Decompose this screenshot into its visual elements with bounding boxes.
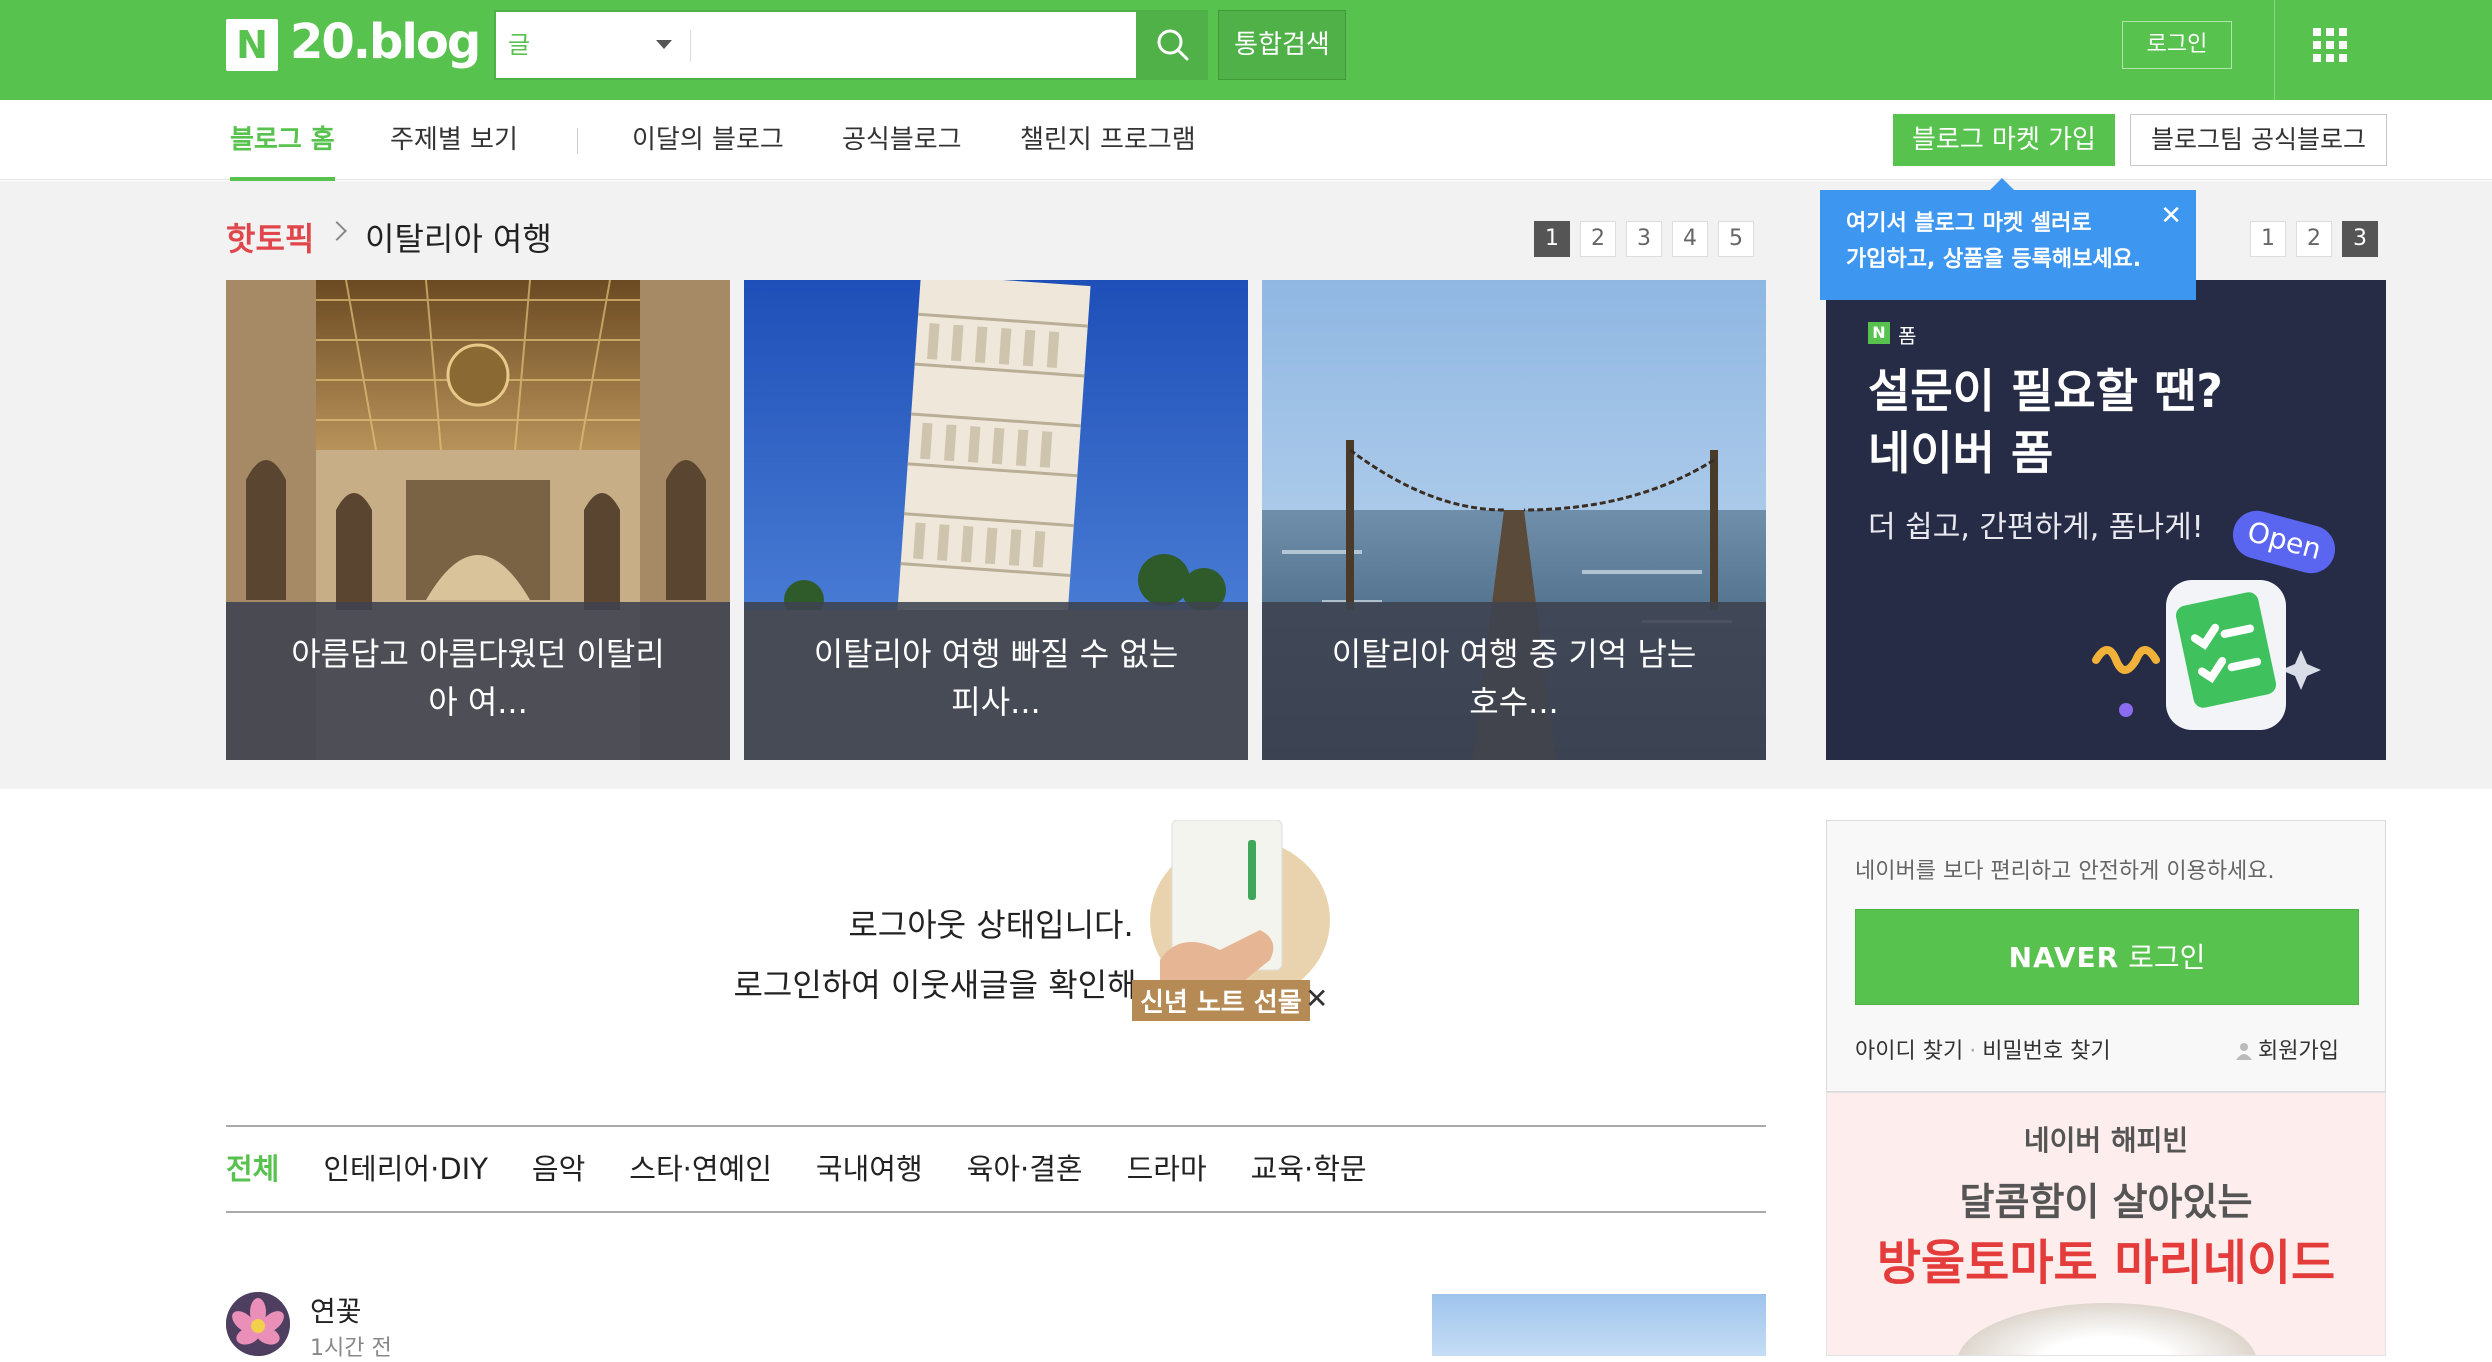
hot-topic-pager: 1 2 3 4 5: [1534, 221, 1754, 257]
hot-topic-card[interactable]: 이탈리아 여행 빠질 수 없는 피사...: [744, 280, 1248, 760]
tab-drama[interactable]: 드라마: [1127, 1127, 1207, 1211]
login-label: 로그인: [2128, 941, 2206, 974]
clipboard-check-icon: [2092, 580, 2321, 730]
logout-notice: 로그아웃 상태입니다.: [848, 906, 1134, 944]
ad2-brand: 네이버 해피빈: [2023, 1124, 2189, 1157]
divider: [577, 128, 578, 154]
signup-link[interactable]: 회원가입: [2236, 1033, 2339, 1065]
close-icon[interactable]: ✕: [2160, 198, 2182, 234]
tab-all[interactable]: 전체: [226, 1127, 279, 1211]
login-message: 네이버를 보다 편리하고 안전하게 이용하세요.: [1855, 859, 2275, 884]
logout-notice-sub: 로그인하여 이웃새글을 확인해: [733, 966, 1137, 1004]
tooltip-text: 여기서 블로그 마켓 셀러로 가입하고, 상품을 등록해보세요.: [1846, 211, 2142, 272]
signup-label: 회원가입: [2258, 1039, 2339, 1064]
blog-market-signup-button[interactable]: 블로그 마켓 가입: [1893, 114, 2115, 166]
search-box: 글: [494, 10, 1138, 80]
close-icon[interactable]: ✕: [1305, 982, 1328, 1015]
ad-pager: 1 2 3: [2250, 221, 2378, 257]
nav-blog-home[interactable]: 블로그 홈: [230, 100, 335, 181]
integrated-search-button[interactable]: 통합검색: [1218, 10, 1346, 80]
ad2-headline: 달콤함이 살아있는: [1959, 1180, 2253, 1224]
login-panel: 네이버를 보다 편리하고 안전하게 이용하세요. NAVER 로그인 아이디 찾…: [1826, 820, 2386, 1092]
page-button[interactable]: 5: [1718, 221, 1754, 257]
dish-image: [1957, 1303, 2257, 1355]
separator-dot: ·: [1969, 1039, 1977, 1064]
page-button[interactable]: 3: [2342, 221, 2378, 257]
naver-logo[interactable]: N: [226, 19, 278, 71]
blog-nav: 블로그 홈 주제별 보기 이달의 블로그 공식블로그 챌린지 프로그램 블로그 …: [0, 100, 2492, 181]
user-icon: [2236, 1043, 2253, 1060]
header-login-button[interactable]: 로그인: [2122, 21, 2232, 69]
divider: [690, 30, 691, 62]
post-author[interactable]: 연꽃: [310, 1290, 362, 1330]
nav-challenge-program[interactable]: 챌린지 프로그램: [1020, 100, 1196, 180]
card-caption: 아름답고 아름다웠던 이탈리아 여...: [226, 602, 730, 760]
page-button[interactable]: 3: [1626, 221, 1662, 257]
page-button[interactable]: 4: [1672, 221, 1708, 257]
naver-wordmark: NAVER: [2008, 941, 2120, 974]
global-header: N 20.blog 글 통합검색 로그인: [0, 0, 2492, 100]
blog-logo[interactable]: 20.blog: [290, 14, 481, 70]
nav-topic-view[interactable]: 주제별 보기: [390, 100, 518, 180]
divider: [2274, 0, 2275, 100]
search-category-select[interactable]: 글: [508, 12, 530, 78]
hot-topic-card[interactable]: 아름답고 아름다웠던 이탈리아 여...: [226, 280, 730, 760]
nav-monthly-blog[interactable]: 이달의 블로그: [632, 100, 784, 180]
happybean-ad[interactable]: 네이버 해피빈 달콤함이 살아있는 방울토마토 마리네이드: [1826, 1092, 2386, 1356]
page-button[interactable]: 2: [1580, 221, 1616, 257]
category-tabs: 전체 인테리어·DIY 음악 스타·연예인 국내여행 육아·결혼 드라마 교육·…: [226, 1127, 1411, 1211]
tab-star-entertainer[interactable]: 스타·연예인: [629, 1127, 772, 1211]
post-thumbnail[interactable]: [1432, 1294, 1766, 1356]
ad-brand: 폼: [1898, 324, 1917, 348]
find-password-link[interactable]: 비밀번호 찾기: [1982, 1039, 2110, 1064]
tab-music[interactable]: 음악: [532, 1127, 585, 1211]
chevron-down-icon[interactable]: [656, 40, 672, 49]
search-button[interactable]: [1138, 10, 1208, 80]
page-button[interactable]: 2: [2296, 221, 2332, 257]
search-icon: [1157, 29, 1189, 61]
tab-parenting-marriage[interactable]: 육아·결혼: [967, 1127, 1083, 1211]
avatar[interactable]: [226, 1292, 290, 1356]
card-caption: 이탈리아 여행 빠질 수 없는 피사...: [744, 602, 1248, 760]
ad2-product: 방울토마토 마리네이드: [1876, 1235, 2336, 1291]
blog-team-official-button[interactable]: 블로그팀 공식블로그: [2130, 114, 2387, 166]
naver-login-button[interactable]: NAVER 로그인: [1855, 909, 2359, 1005]
market-tooltip: 여기서 블로그 마켓 셀러로 가입하고, 상품을 등록해보세요. ✕: [1820, 178, 2196, 300]
tab-education[interactable]: 교육·학문: [1251, 1127, 1367, 1211]
find-id-link[interactable]: 아이디 찾기: [1855, 1039, 1963, 1064]
page-button[interactable]: 1: [2250, 221, 2286, 257]
tab-interior-diy[interactable]: 인테리어·DIY: [323, 1127, 488, 1211]
divider: [226, 1211, 1766, 1213]
apps-grid-icon[interactable]: [2313, 28, 2347, 62]
hot-topic-card[interactable]: 이탈리아 여행 중 기억 남는 호수...: [1262, 280, 1766, 760]
hot-topic-title[interactable]: 이탈리아 여행: [365, 214, 552, 260]
account-links: 아이디 찾기 · 비밀번호 찾기: [1855, 1033, 2111, 1065]
page-button[interactable]: 1: [1534, 221, 1570, 257]
promo-label[interactable]: 신년 노트 선물: [1132, 980, 1310, 1021]
naver-n-icon: N: [1868, 322, 1890, 344]
hot-topic-label: 핫토픽: [226, 220, 315, 258]
ad-headline: 설문이 필요할 땐? 네이버 폼: [1868, 364, 2223, 480]
naver-form-ad[interactable]: N 폼 설문이 필요할 땐? 네이버 폼 더 쉽고, 간편하게, 폼나게! Op…: [1826, 280, 2386, 760]
post-time: 1시간 전: [310, 1336, 392, 1361]
tab-domestic-travel[interactable]: 국내여행: [816, 1127, 923, 1211]
search-input[interactable]: [702, 16, 1122, 74]
lotus-image: [226, 1292, 290, 1356]
card-caption: 이탈리아 여행 중 기억 남는 호수...: [1262, 602, 1766, 760]
nav-official-blog[interactable]: 공식블로그: [842, 100, 962, 180]
